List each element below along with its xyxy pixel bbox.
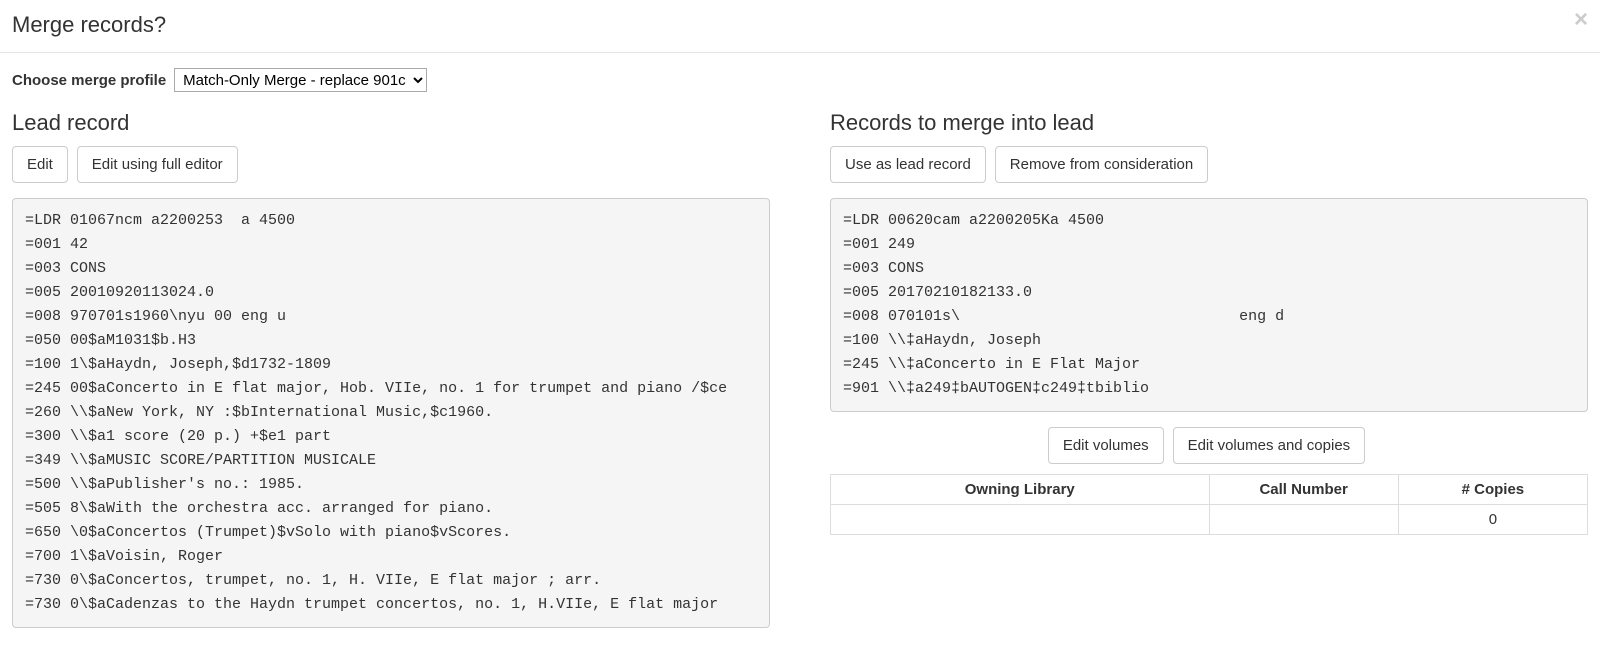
merge-records-heading: Records to merge into lead: [830, 110, 1588, 136]
table-cell: [1209, 505, 1398, 535]
lead-record-column: Lead record Edit Edit using full editor …: [12, 110, 770, 643]
remove-from-consideration-button[interactable]: Remove from consideration: [995, 146, 1208, 183]
merge-button-row: Use as lead record Remove from considera…: [830, 146, 1588, 183]
edit-volumes-button[interactable]: Edit volumes: [1048, 427, 1164, 464]
volumes-button-row: Edit volumes Edit volumes and copies: [830, 427, 1588, 464]
lead-record-heading: Lead record: [12, 110, 770, 136]
merge-marc-display: =LDR 00620cam a2200205Ka 4500 =001 249 =…: [830, 198, 1588, 412]
col-owning-library: Owning Library: [831, 475, 1210, 505]
dialog-header: Merge records? ×: [0, 0, 1600, 53]
dialog-body: Choose merge profile Match-Only Merge - …: [0, 53, 1600, 649]
edit-volumes-copies-button[interactable]: Edit volumes and copies: [1173, 427, 1366, 464]
volumes-table: Owning Library Call Number # Copies 0: [830, 474, 1588, 535]
col-call-number: Call Number: [1209, 475, 1398, 505]
merge-profile-select[interactable]: Match-Only Merge - replace 901c: [174, 68, 427, 92]
merge-profile-label: Choose merge profile: [12, 72, 166, 89]
lead-button-row: Edit Edit using full editor: [12, 146, 770, 183]
edit-full-editor-button[interactable]: Edit using full editor: [77, 146, 238, 183]
edit-button[interactable]: Edit: [12, 146, 68, 183]
table-cell: [831, 505, 1210, 535]
merge-profile-row: Choose merge profile Match-Only Merge - …: [12, 68, 1588, 92]
col-copies: # Copies: [1398, 475, 1587, 505]
dialog-title: Merge records?: [12, 12, 1585, 38]
use-as-lead-button[interactable]: Use as lead record: [830, 146, 986, 183]
lead-marc-display: =LDR 01067ncm a2200253 a 4500 =001 42 =0…: [12, 198, 770, 628]
close-icon[interactable]: ×: [1574, 8, 1588, 32]
table-header-row: Owning Library Call Number # Copies: [831, 475, 1588, 505]
columns: Lead record Edit Edit using full editor …: [12, 110, 1588, 643]
table-row: 0: [831, 505, 1588, 535]
merge-records-column: Records to merge into lead Use as lead r…: [830, 110, 1588, 643]
table-cell: 0: [1398, 505, 1587, 535]
